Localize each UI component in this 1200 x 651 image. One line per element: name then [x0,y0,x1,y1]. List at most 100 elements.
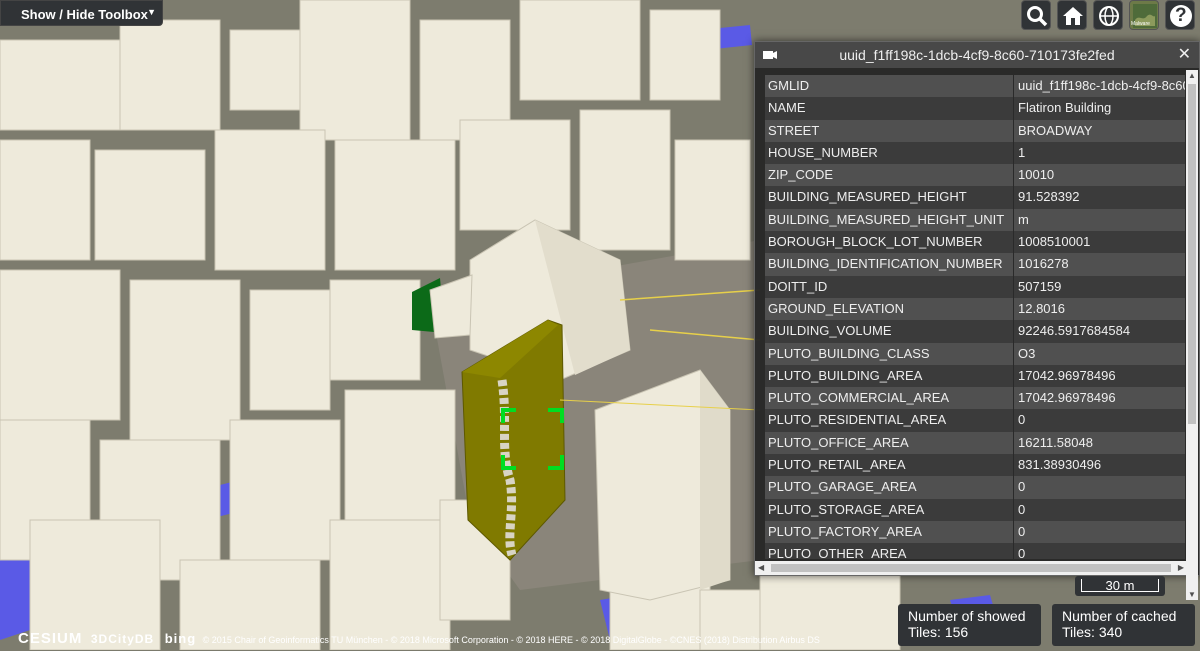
attribute-key: PLUTO_OTHER_AREA [765,543,1014,559]
cached-tiles-counter: Number of cached Tiles: 340 [1052,604,1195,646]
attribute-key: PLUTO_BUILDING_AREA [765,364,1014,388]
attribute-value: O3 [1018,345,1036,361]
help-button[interactable]: ? [1165,0,1195,30]
attribute-row: BUILDING_VOLUME 92246.5917684584 [765,320,1185,343]
attribute-row: NAME Flatiron Building [765,97,1185,120]
attribute-row: PLUTO_OFFICE_AREA 16211.58048 [765,431,1185,455]
attribute-row: HOUSE_NUMBER 1 [765,141,1185,165]
basemap-picker-button[interactable]: Malware [1129,0,1159,30]
search-icon [1027,6,1048,27]
info-box-title: uuid_f1ff198c-1dcb-4cf9-8c60-710173fe2fe… [839,47,1115,63]
cached-tiles-value: Tiles: 340 [1062,624,1123,640]
attribute-row: STREET BROADWAY [765,119,1185,142]
attribute-row: PLUTO_GARAGE_AREA 0 [765,476,1185,499]
attribute-key: BUILDING_IDENTIFICATION_NUMBER [765,253,1014,276]
attribute-row: PLUTO_BUILDING_AREA 17042.96978496 [765,364,1185,388]
attribute-value: 91.528392 [1018,189,1080,205]
attribute-row: PLUTO_STORAGE_AREA 0 [765,498,1185,521]
attribute-value: 0 [1018,479,1026,495]
attribute-row: ZIP_CODE 10010 [765,164,1185,187]
help-glyph: ? [1175,5,1187,26]
attribute-row: PLUTO_RETAIL_AREA 831.38930496 [765,454,1185,477]
attribute-row: BUILDING_MEASURED_HEIGHT 91.528392 [765,186,1185,209]
attribute-key: PLUTO_GARAGE_AREA [765,476,1014,499]
scene-mode-button[interactable] [1093,0,1123,30]
attribute-row: BUILDING_MEASURED_HEIGHT_UNIT m [765,208,1185,232]
chevron-down-icon: ▼ [147,7,156,17]
attribute-key: BUILDING_MEASURED_HEIGHT [765,186,1014,209]
scrollbar-thumb[interactable] [771,564,1171,572]
credits-text: © 2015 Chair of Geoinformatics TU Münche… [202,635,820,645]
attribute-table: GMLID uuid_f1ff198c-1dcb-4cf9-8c60 NAME Fla… [765,75,1185,559]
attribute-value: 0 [1018,523,1026,539]
cached-tiles-label: Number of cached [1062,608,1177,624]
attribute-value: 1016278 [1018,256,1069,272]
info-box-panel: uuid_f1ff198c-1dcb-4cf9-8c60-710173fe2fe… [754,41,1200,600]
attribute-key: GMLID [765,75,1014,98]
showed-tiles-counter: Number of showed Tiles: 156 [898,604,1041,646]
distance-scale: 30 m [1075,576,1165,596]
attribute-row: PLUTO_FACTORY_AREA 0 [765,520,1185,544]
attribute-value: m [1018,211,1029,227]
attribute-row: DOITT_ID 507159 [765,275,1185,298]
attribute-value: 0 [1018,546,1026,559]
attribute-value: 16211.58048 [1018,434,1093,450]
credits-bar: CESIUM 3DCityDB bing © 2015 Chair of Geo… [0,628,900,650]
attribute-key: GROUND_ELEVATION [765,297,1014,321]
showed-tiles-value: Tiles: 156 [908,624,969,640]
toolbox-toggle-label: Show / Hide Toolbox [21,7,148,22]
home-button[interactable] [1057,0,1087,30]
attribute-row: PLUTO_COMMERCIAL_AREA 17042.96978496 [765,387,1185,410]
attribute-row: BOROUGH_BLOCK_LOT_NUMBER 1008510001 [765,231,1185,254]
attribute-row: GMLID uuid_f1ff198c-1dcb-4cf9-8c60 [765,75,1185,98]
attribute-value: 507159 [1018,278,1062,294]
horizontal-scrollbar[interactable]: ◀ ▶ [755,561,1187,575]
scrollbar-thumb[interactable] [1188,84,1196,424]
showed-tiles-label: Number of showed [908,608,1026,624]
attribute-key: PLUTO_OFFICE_AREA [765,431,1014,455]
attribute-key: BUILDING_VOLUME [765,320,1014,343]
toolbox-toggle-button[interactable]: Show / Hide Toolbox ▼ [0,0,163,26]
home-icon [1063,7,1083,25]
attribute-value: 10010 [1018,167,1055,183]
attribute-value: Flatiron Building [1018,100,1112,116]
scale-bar [1081,579,1159,592]
attribute-row: PLUTO_BUILDING_CLASS O3 [765,342,1185,365]
attribute-key: PLUTO_BUILDING_CLASS [765,342,1014,365]
attribute-value: 0 [1018,501,1026,517]
attribute-key: PLUTO_STORAGE_AREA [765,498,1014,521]
attribute-row: BUILDING_IDENTIFICATION_NUMBER 1016278 [765,253,1185,276]
attribute-value: uuid_f1ff198c-1dcb-4cf9-8c60 [1018,78,1185,93]
close-icon[interactable]: ✕ [1178,42,1191,68]
attribute-key: PLUTO_RETAIL_AREA [765,454,1014,477]
globe-icon [1099,6,1119,26]
camera-icon[interactable] [763,49,777,61]
attribute-key: NAME [765,97,1014,120]
attribute-value: 0 [1018,412,1026,428]
attribute-key: ZIP_CODE [765,164,1014,187]
bing-logo[interactable]: bing [165,631,196,646]
citydb-logo[interactable]: 3DCityDB [91,632,154,646]
vertical-scrollbar[interactable]: ▲ ▼ [1186,70,1198,600]
attribute-key: BUILDING_MEASURED_HEIGHT_UNIT [765,208,1014,232]
attribute-key: PLUTO_FACTORY_AREA [765,520,1014,544]
attribute-value: 17042.96978496 [1018,367,1116,383]
attribute-value: 92246.5917684584 [1018,323,1131,339]
attribute-key: DOITT_ID [765,275,1014,298]
attribute-value: 1 [1018,144,1026,160]
attribute-row: GROUND_ELEVATION 12.8016 [765,297,1185,321]
attribute-key: PLUTO_RESIDENTIAL_AREA [765,409,1014,432]
attribute-value: 1008510001 [1018,234,1091,250]
attribute-value: 17042.96978496 [1018,390,1116,406]
attribute-row: PLUTO_OTHER_AREA 0 [765,543,1185,559]
attribute-value: BROADWAY [1018,122,1093,138]
attribute-value: 831.38930496 [1018,457,1102,473]
attribute-key: STREET [765,119,1014,142]
basemap-caption: Malware [1131,21,1150,27]
attribute-row: PLUTO_RESIDENTIAL_AREA 0 [765,409,1185,432]
attribute-key: PLUTO_COMMERCIAL_AREA [765,387,1014,410]
attribute-key: HOUSE_NUMBER [765,141,1014,165]
search-button[interactable] [1021,0,1051,30]
attribute-key: BOROUGH_BLOCK_LOT_NUMBER [765,231,1014,254]
cesium-logo[interactable]: CESIUM [18,630,82,647]
